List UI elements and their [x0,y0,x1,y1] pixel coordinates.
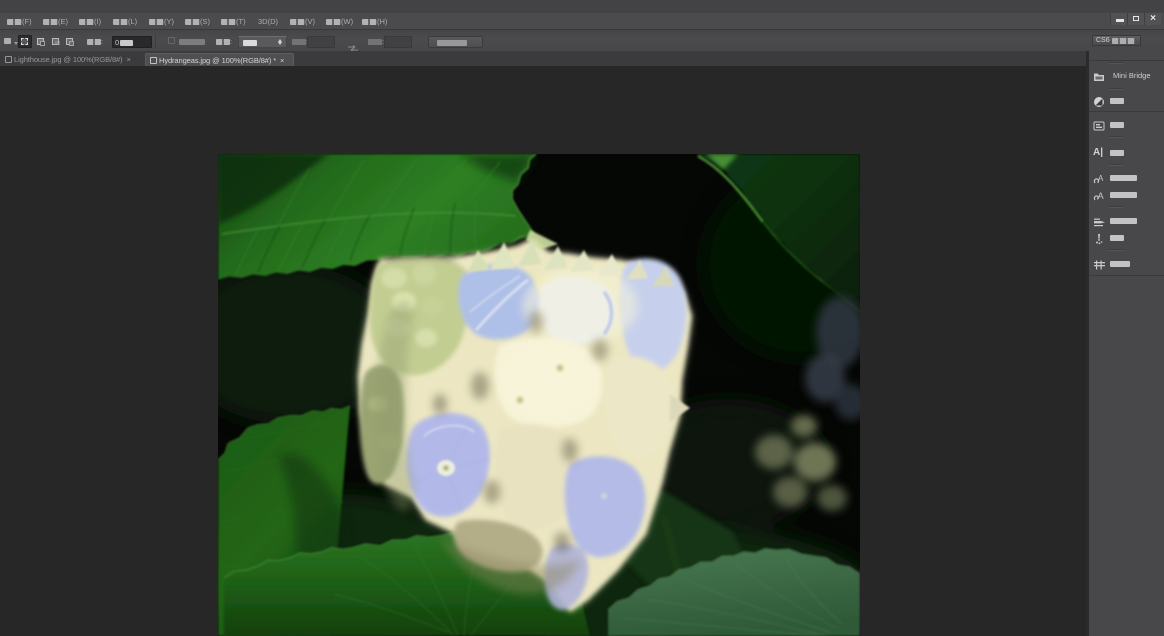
svg-text:A: A [1098,174,1104,183]
svg-text:A: A [1098,191,1104,201]
